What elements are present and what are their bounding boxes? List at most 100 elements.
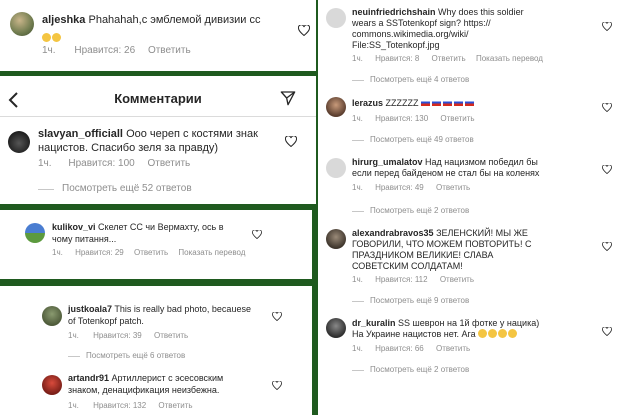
comment-line: hirurg_umalatov Над нацизмом победил бы [352,157,538,167]
comment-username[interactable]: kulikov_vi [52,222,96,232]
comment-meta: 1ч. Нравится: 26 Ответить [42,45,191,56]
view-replies-link[interactable]: Посмотреть ещё 9 ответов [370,296,469,305]
reply-button[interactable]: Ответить [432,54,466,63]
thread-line [352,140,364,141]
reply-button[interactable]: Ответить [440,275,474,284]
heart-icon[interactable] [298,25,310,36]
comment-text: SS шеврон на 1й фотке у нацика) [398,318,540,328]
comment-text: File:SS_Totenkopf.jpg [352,40,440,50]
likes-count[interactable]: Нравится: 39 [93,331,142,340]
likes-count[interactable]: Нравится: 49 [375,183,424,192]
comment-meta: 1ч. Нравится: 66 Ответить [352,344,470,353]
heart-icon[interactable] [602,103,612,112]
comment-time: 1ч. [68,331,79,340]
heart-icon[interactable] [252,230,262,239]
comment-meta: 1ч. Нравится: 49 Ответить [352,183,470,192]
avatar[interactable] [25,223,45,243]
comment-time: 1ч. [38,158,52,169]
comment-username[interactable]: hirurg_umalatov [352,157,423,167]
comment-username[interactable]: neuinfriedrichshain [352,7,436,17]
comment-panel-3: kulikov_vi Скелет СС чи Вермахту, ось в … [0,210,312,279]
heart-icon[interactable] [272,312,282,321]
comment-username[interactable]: alexandrabravos35 [352,228,434,238]
heart-icon[interactable] [602,22,612,31]
likes-count[interactable]: Нравится: 8 [375,54,419,63]
heart-icon[interactable] [272,381,282,390]
avatar[interactable] [42,375,62,395]
likes-count[interactable]: Нравится: 100 [68,158,134,169]
comment-line: slavyan_officiall Ооо череп с костями зн… [38,128,258,140]
laughing-emoji-icon [42,28,62,46]
avatar[interactable] [326,8,346,28]
reply-button[interactable]: Ответить [440,114,474,123]
likes-count[interactable]: Нравится: 132 [93,401,146,410]
comment-text: wears a SSTotenkopf sign? https:// [352,18,491,28]
heart-icon[interactable] [602,165,612,174]
translate-button[interactable]: Показать перевод [476,54,543,63]
comment-text: Артиллерист с эсесовским [111,373,224,383]
comment-time: 1ч. [352,54,363,63]
heart-icon[interactable] [285,136,297,147]
reply-button[interactable]: Ответить [158,401,192,410]
view-replies-link[interactable]: Посмотреть ещё 4 ответов [370,75,469,84]
avatar[interactable] [42,306,62,326]
comment-time: 1ч. [68,401,79,410]
comment-username[interactable]: justkoala7 [68,304,112,314]
comment-time: 1ч. [352,344,363,353]
view-replies-link[interactable]: Посмотреть ещё 49 ответов [370,135,474,144]
avatar[interactable] [8,131,30,153]
reply-button[interactable]: Ответить [436,344,470,353]
likes-count[interactable]: Нравится: 26 [74,45,135,56]
view-replies-link[interactable]: Посмотреть ещё 2 ответов [370,206,469,215]
view-replies-link[interactable]: Посмотреть ещё 52 ответов [62,183,192,194]
heart-icon[interactable] [602,327,612,336]
comment-username[interactable]: aljeshka [42,14,85,26]
thread-line [352,370,364,371]
avatar[interactable] [326,97,346,117]
send-icon[interactable] [280,90,296,106]
thread-line [352,301,364,302]
comment-username[interactable]: artandr91 [68,373,109,383]
avatar[interactable] [326,158,346,178]
translate-button[interactable]: Показать перевод [178,248,245,257]
heart-icon[interactable] [602,242,612,251]
likes-count[interactable]: Нравится: 112 [375,275,428,284]
reply-button[interactable]: Ответить [154,331,188,340]
comment-text: Why does this soldier [438,7,524,17]
comment-line: dr_kuralin SS шеврон на 1й фотке у нацик… [352,318,539,328]
comment-text: Ооо череп с костями знак [126,128,258,140]
comment-meta: 1ч. Нравится: 29 Ответить Показать перев… [52,248,245,257]
reply-button[interactable]: Ответить [436,183,470,192]
comment-line: На Украине нацистов нет. Ага [352,329,518,339]
reply-button[interactable]: Ответить [148,158,191,169]
avatar[interactable] [326,318,346,338]
comment-text: This is really bad photo, becauese [114,304,251,314]
comment-time: 1ч. [352,183,363,192]
comment-username[interactable]: lerazus [352,98,383,108]
avatar[interactable] [326,229,346,249]
view-replies-link[interactable]: Посмотреть ещё 6 ответов [86,351,185,360]
thread-line [38,189,54,190]
avatar[interactable] [10,12,34,36]
likes-count[interactable]: Нравится: 66 [375,344,424,353]
comment-time: 1ч. [352,114,363,123]
comment-username[interactable]: dr_kuralin [352,318,396,328]
comment-meta: 1ч. Нравится: 39 Ответить [68,331,188,340]
likes-count[interactable]: Нравится: 130 [375,114,428,123]
thread-line [352,211,364,212]
comment-username[interactable]: slavyan_officiall [38,128,123,140]
comment-time: 1ч. [352,275,363,284]
comment-text: ПРАЗДНИКОМ ВЕЛИКИЕ! СЛАВА [352,250,494,260]
thread-line [68,356,80,357]
comment-text: если перед байденом не стал бы на коленя… [352,168,540,178]
comment-text: commons.wikimedia.org/wiki/ [352,29,469,39]
comment-text: of Totenkopf patch. [68,316,144,326]
reply-button[interactable]: Ответить [148,45,191,56]
divider [0,116,316,117]
view-replies-link[interactable]: Посмотреть ещё 2 ответов [370,365,469,374]
comment-text: чому питання... [52,234,117,244]
comment-text: Скелет СС чи Вермахту, ось в [98,222,224,232]
likes-count[interactable]: Нравится: 29 [75,248,124,257]
comment-panel-1: aljeshka Phahahah,с эмблемой дивизии сс … [0,0,316,71]
reply-button[interactable]: Ответить [134,248,168,257]
